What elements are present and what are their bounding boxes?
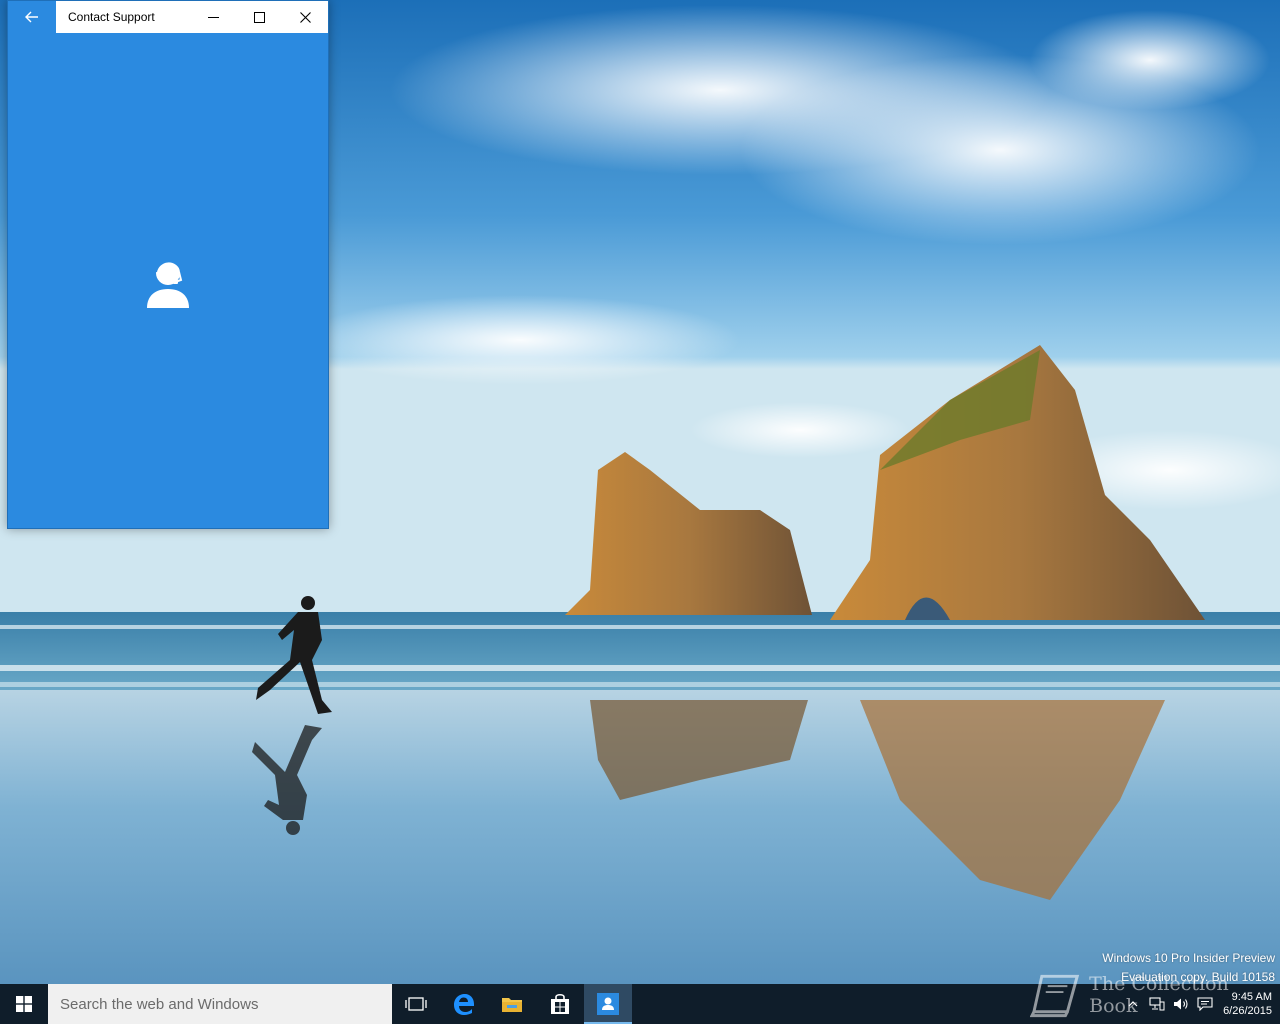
splash-screen <box>8 33 328 528</box>
search-input[interactable]: Search the web and Windows <box>48 984 392 1024</box>
title-bar[interactable]: Contact Support <box>8 1 328 33</box>
maximize-icon <box>253 11 265 23</box>
brand-watermark: The Collection Book <box>1030 972 1280 1018</box>
book-logo-icon <box>1030 974 1080 1018</box>
taskbar-edge[interactable] <box>440 984 488 1024</box>
start-button[interactable] <box>0 984 48 1024</box>
window-title: Contact Support <box>68 10 155 24</box>
task-view-icon <box>405 997 427 1011</box>
contact-support-window: Contact Support <box>7 0 329 529</box>
maximize-button[interactable] <box>236 1 282 33</box>
taskbar-contact-support[interactable] <box>584 984 632 1024</box>
contact-support-app-icon <box>597 993 619 1015</box>
back-arrow-icon <box>25 11 38 23</box>
support-agent-icon <box>147 260 189 308</box>
store-icon <box>551 993 569 1014</box>
back-button[interactable] <box>8 1 56 33</box>
close-button[interactable] <box>282 1 328 33</box>
close-icon <box>299 11 311 23</box>
folder-icon <box>502 998 522 1012</box>
edge-icon <box>454 994 474 1015</box>
search-placeholder: Search the web and Windows <box>60 995 259 1013</box>
taskbar-file-explorer[interactable] <box>488 984 536 1024</box>
windows-logo-icon <box>16 996 32 1012</box>
brand-text: The Collection Book <box>1089 973 1229 1017</box>
minimize-icon <box>207 16 219 18</box>
task-view-button[interactable] <box>392 984 440 1024</box>
watermark-line-1: Windows 10 Pro Insider Preview <box>1102 951 1275 965</box>
taskbar-store[interactable] <box>536 984 584 1024</box>
minimize-button[interactable] <box>190 1 236 33</box>
